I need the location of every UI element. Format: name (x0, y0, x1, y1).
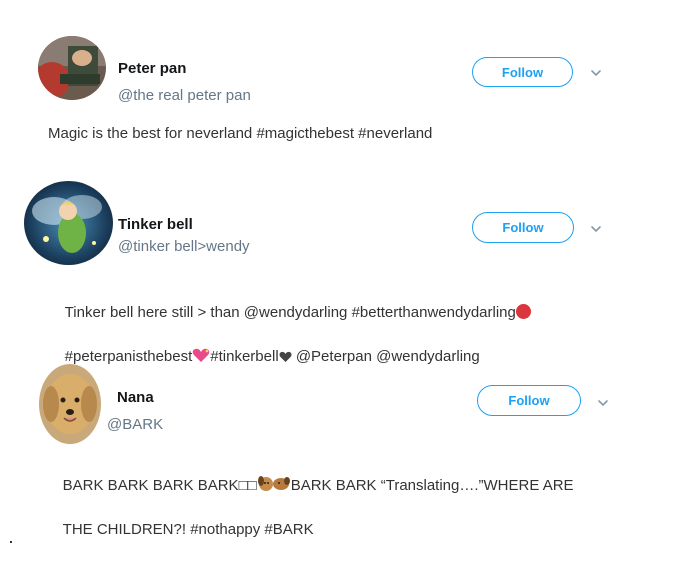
golden-retriever-avatar-icon (39, 364, 101, 444)
chevron-down-icon[interactable] (596, 396, 610, 410)
dog-face-emoji-icon (257, 476, 290, 491)
user-handle[interactable]: @BARK (107, 416, 163, 433)
follow-button[interactable]: Follow (477, 385, 581, 416)
tweet-text-line: BARK BARK BARK BARK□□ (62, 477, 257, 494)
tweet-card-nana: Nana @BARK Follow BARK BARK BARK BARK□□ B… (0, 0, 676, 546)
display-name[interactable]: Nana (117, 389, 154, 406)
tweet-text: BARK BARK BARK BARK□□ BARK BARK “Translat… (46, 453, 656, 563)
tweet-text-line: THE CHILDREN?! #nothappy #BARK (62, 521, 314, 538)
stray-dot (10, 541, 12, 543)
tweet-text-line: BARK BARK “Translating….”WHERE ARE (290, 477, 574, 494)
avatar[interactable] (39, 364, 101, 444)
